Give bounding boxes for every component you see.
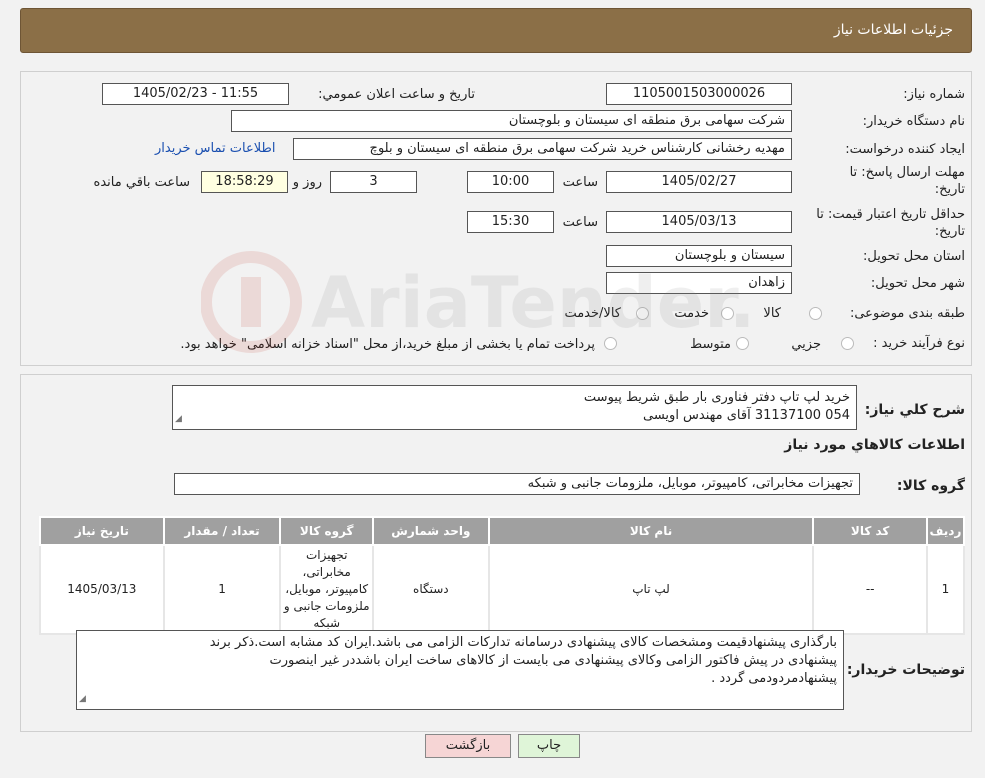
col-row: رديف [925, 516, 966, 546]
province-field: سیستان و بلوچستان [606, 245, 792, 267]
table-row: 1 -- لپ تاپ دستگاه تجهیزات مخابراتی، کام… [39, 544, 966, 635]
process-partial-label: جزيي [791, 337, 821, 352]
buyer-org-field: شرکت سهامی برق منطقه ای سیستان و بلوچستا… [231, 110, 792, 132]
creator-field: مهدیه رخشانی کارشناس خرید شرکت سهامی برق… [293, 138, 792, 160]
resize-grip-icon[interactable]: ◢ [175, 410, 182, 428]
summary-line-1: خرید لپ تاپ دفتر فناوری بار طبق شریط پیو… [583, 390, 850, 405]
goods-group-label: گروه کالا: [896, 478, 965, 494]
summary-line-2: 054 31137100 آقای مهندس اویسی [642, 408, 850, 423]
col-date: تاریخ نیاز [39, 516, 165, 546]
cell-unit: دستگاه [372, 544, 490, 635]
buyer-notes-line-3: پیشنهادمردودمی گردد . [711, 671, 837, 686]
deadline-label-date: تاریخ: [934, 182, 965, 197]
col-name: نام کالا [487, 516, 815, 546]
buyer-notes-line-1: بارگذاری پیشنهادقیمت ومشخصات کالای پیشنه… [209, 635, 837, 650]
deadline-label: مهلت ارسال پاسخ: تا [849, 165, 965, 180]
col-group: گروه کالا [279, 516, 375, 546]
details-panel: شرح کلي نياز: خرید لپ تاپ دفتر فناوری با… [20, 374, 972, 732]
process-medium-radio[interactable] [736, 337, 749, 350]
goods-info-title: اطلاعات کالاهاي مورد نياز [784, 437, 965, 453]
deadline-hour-label: ساعت [562, 175, 598, 190]
cell-qty: 1 [162, 544, 282, 635]
process-note: پرداخت تمام یا بخشی از مبلغ خرید،از محل … [180, 337, 595, 352]
category-service-label: خدمت [674, 306, 709, 321]
need-info-panel: شماره نیاز: 1105001503000026 تاریخ و ساع… [20, 71, 972, 366]
announce-datetime-field: 1405/02/23 - 11:55 [102, 83, 289, 105]
process-partial-radio[interactable] [841, 337, 854, 350]
process-treasury-checkbox[interactable] [604, 337, 617, 350]
cell-code: -- [812, 544, 928, 635]
need-number-label: شماره نیاز: [903, 87, 965, 102]
category-goods-service-label: کالا/خدمت [564, 306, 621, 321]
cell-date: 1405/03/13 [39, 544, 165, 635]
goods-table: رديف کد کالا نام کالا واحد شمارش گروه کا… [39, 516, 966, 635]
cell-group: تجهیزات مخابراتی، کامپیوتر، موبایل، ملزو… [279, 544, 375, 635]
buyer-org-label: نام دستگاه خريدار: [862, 114, 965, 129]
need-number-field: 1105001503000026 [606, 83, 792, 105]
announce-label: تاریخ و ساعت اعلان عمومي: [318, 87, 475, 102]
cell-name: لپ تاپ [487, 544, 815, 635]
page-header: جزئیات اطلاعات نیاز [20, 8, 972, 53]
print-button[interactable]: چاپ [518, 734, 580, 758]
price-validity-label: حداقل تاریخ اعتبار قیمت: تا [816, 207, 965, 222]
price-validity-time-field: 15:30 [467, 211, 554, 233]
buyer-notes-line-2: پیشنهادی در پیش فاکتور الزامی وکالای پیش… [269, 653, 837, 668]
price-validity-label-date: تاریخ: [934, 224, 965, 239]
col-code: کد کالا [812, 516, 928, 546]
category-goods-label: کالا [763, 306, 781, 321]
price-validity-hour-label: ساعت [562, 215, 598, 230]
table-header-row: رديف کد کالا نام کالا واحد شمارش گروه کا… [39, 516, 966, 546]
process-label: نوع فرآیند خرید : [873, 336, 965, 351]
cell-row: 1 [925, 544, 966, 635]
col-unit: واحد شمارش [372, 516, 490, 546]
resize-grip-icon[interactable]: ◢ [79, 690, 86, 708]
province-label: استان محل تحويل: [863, 249, 965, 264]
back-button[interactable]: بازگشت [425, 734, 511, 758]
buyer-contact-link[interactable]: اطلاعات تماس خريدار [155, 141, 275, 156]
process-medium-label: متوسط [690, 337, 731, 352]
creator-label: ایجاد کننده درخواست: [845, 142, 965, 157]
deadline-time-field: 10:00 [467, 171, 554, 193]
summary-textarea[interactable]: خرید لپ تاپ دفتر فناوری بار طبق شریط پیو… [172, 385, 857, 430]
city-field: زاهدان [606, 272, 792, 294]
summary-label: شرح کلي نياز: [864, 402, 965, 418]
remaining-days-field: 3 [330, 171, 417, 193]
category-goods-radio[interactable] [809, 307, 822, 320]
buyer-notes-textarea[interactable]: بارگذاری پیشنهادقیمت ومشخصات کالای پیشنه… [76, 630, 844, 710]
deadline-date-field: 1405/02/27 [606, 171, 792, 193]
remaining-label: ساعت باقي مانده [93, 175, 190, 190]
city-label: شهر محل تحويل: [870, 276, 965, 291]
remaining-time-field: 18:58:29 [201, 171, 288, 193]
page-title: جزئیات اطلاعات نیاز [833, 22, 953, 38]
category-label: طبقه بندی موضوعی: [849, 306, 965, 321]
col-qty: تعداد / مقدار [162, 516, 282, 546]
category-service-radio[interactable] [721, 307, 734, 320]
goods-group-field: تجهیزات مخابراتی، کامپیوتر، موبایل، ملزو… [174, 473, 860, 495]
buyer-notes-label: توضیحات خریدار: [846, 662, 965, 678]
price-validity-date-field: 1405/03/13 [606, 211, 792, 233]
category-goods-service-radio[interactable] [636, 307, 649, 320]
days-label: روز و [292, 175, 322, 190]
